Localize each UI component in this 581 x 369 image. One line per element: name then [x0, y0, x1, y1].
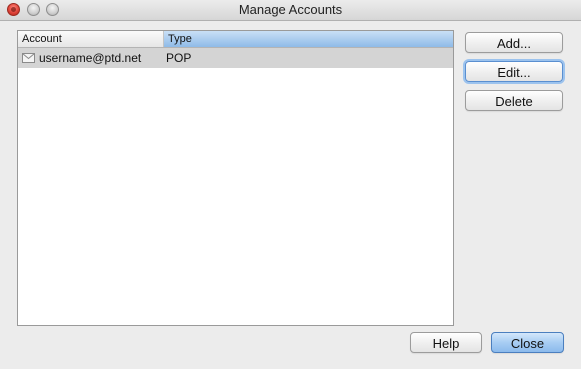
- envelope-icon: [22, 53, 35, 63]
- column-header-type[interactable]: Type: [164, 31, 453, 47]
- close-button[interactable]: Close: [491, 332, 564, 353]
- account-row[interactable]: username@ptd.net POP: [18, 48, 453, 68]
- manage-accounts-window: Manage Accounts Account Type username@pt…: [0, 0, 581, 369]
- add-button[interactable]: Add...: [465, 32, 563, 53]
- column-header-account[interactable]: Account: [18, 31, 164, 47]
- accounts-list[interactable]: Account Type username@ptd.net POP: [17, 30, 454, 326]
- delete-button[interactable]: Delete: [465, 90, 563, 111]
- account-type: POP: [166, 51, 192, 65]
- window-title: Manage Accounts: [238, 2, 343, 17]
- help-button[interactable]: Help: [410, 332, 482, 353]
- edit-button[interactable]: Edit...: [465, 61, 563, 82]
- list-header: Account Type: [18, 31, 453, 48]
- title-bar[interactable]: Manage Accounts: [0, 0, 581, 21]
- account-name: username@ptd.net: [39, 51, 142, 65]
- account-cell: username@ptd.net: [22, 48, 164, 68]
